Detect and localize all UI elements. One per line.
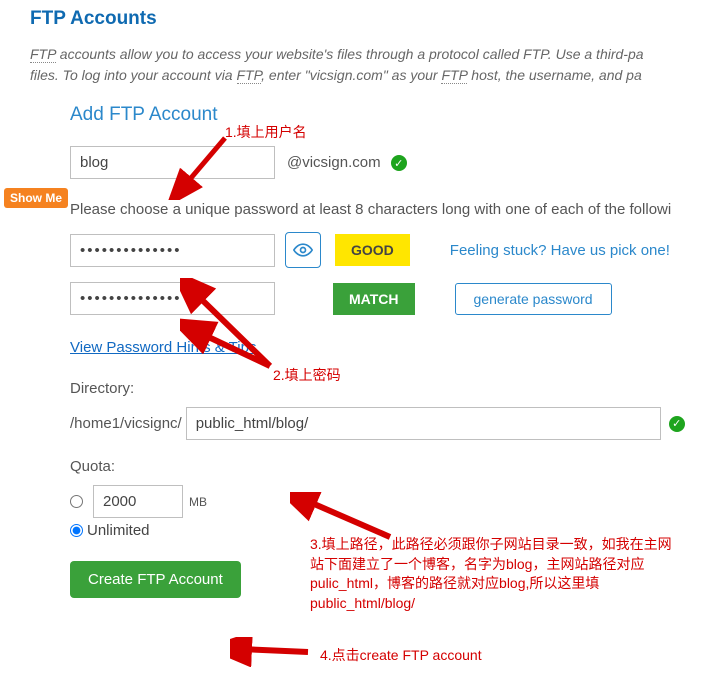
password-input[interactable] [70,234,275,267]
unlimited-label: Unlimited [87,522,150,539]
quota-label: Quota: [70,458,696,475]
stuck-text: Feeling stuck? Have us pick one! [450,242,670,259]
intro-text: FTP accounts allow you to access your we… [30,44,696,86]
ftp-tooltip-term: FTP [441,67,467,84]
quota-unit: MB [189,495,207,509]
directory-label: Directory: [70,380,696,397]
quota-value-input[interactable] [93,485,183,518]
password-confirm-input[interactable] [70,282,275,315]
show-me-button[interactable]: Show Me [4,188,68,208]
ftp-tooltip-term: FTP [30,46,56,63]
eye-icon[interactable] [285,232,321,268]
generate-password-button[interactable]: generate password [455,283,612,315]
directory-prefix: /home1/vicsignc/ [70,415,182,432]
section-heading: Add FTP Account [30,104,696,126]
strength-badge: GOOD [335,234,410,266]
directory-input[interactable] [186,407,661,440]
quota-unlimited-radio[interactable] [70,524,83,537]
create-ftp-account-button[interactable]: Create FTP Account [70,561,241,598]
check-icon: ✓ [669,416,685,432]
password-hint: Please choose a unique password at least… [70,201,696,218]
login-input[interactable] [70,146,275,179]
match-badge: MATCH [333,283,415,315]
ftp-tooltip-term: FTP [237,67,262,84]
annotation-4: 4.点击create FTP account [320,645,482,665]
page-title: FTP Accounts [30,8,696,30]
check-icon: ✓ [391,155,407,171]
annotation-arrow-icon [230,637,320,667]
password-hints-link[interactable]: View Password Hints & Tips [70,339,256,356]
quota-limited-radio[interactable] [70,495,83,508]
domain-suffix: @vicsign.com ✓ [287,154,407,172]
